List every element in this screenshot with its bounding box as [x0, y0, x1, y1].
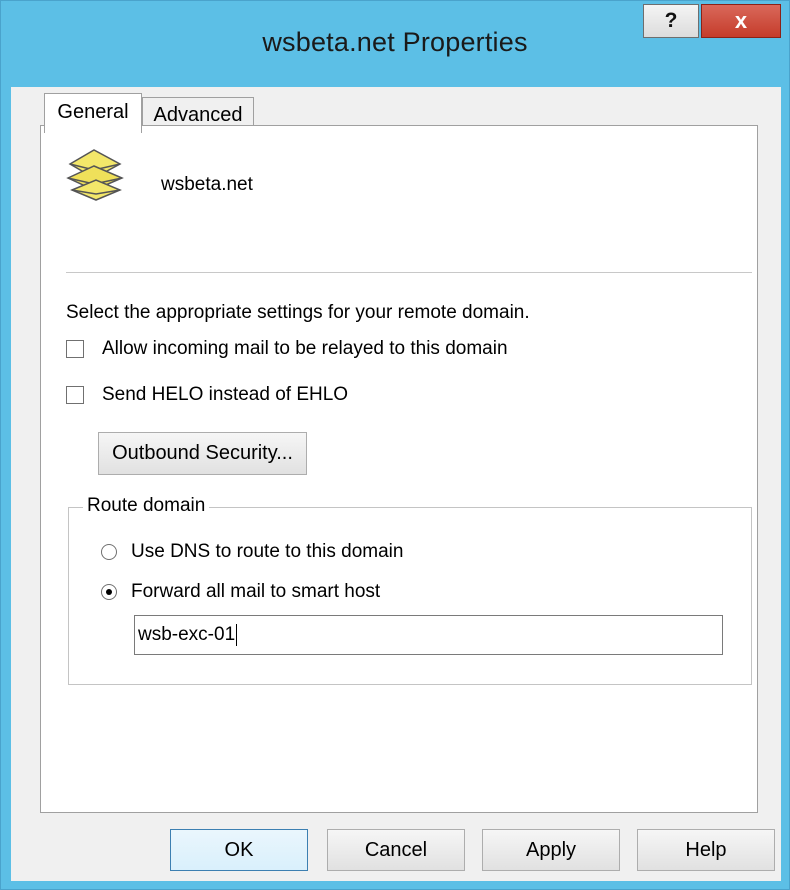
cancel-button[interactable]: Cancel: [327, 829, 465, 871]
smart-host-value: wsb-exc-01: [138, 624, 236, 645]
relay-checkbox[interactable]: [66, 340, 84, 358]
smart-host-radio[interactable]: [101, 584, 117, 600]
outbound-security-button[interactable]: Outbound Security...: [98, 432, 307, 475]
apply-button[interactable]: Apply: [482, 829, 620, 871]
dialog-client-area: General Advanced wsbeta.net Select the a…: [11, 87, 781, 881]
use-dns-radio-label[interactable]: Use DNS to route to this domain: [131, 541, 403, 563]
ok-button[interactable]: OK: [170, 829, 308, 871]
domain-name: wsbeta.net: [161, 174, 253, 195]
tab-general[interactable]: General: [44, 93, 142, 133]
properties-dialog: wsbeta.net Properties ? x General Advanc…: [0, 0, 790, 890]
smart-host-radio-label[interactable]: Forward all mail to smart host: [131, 581, 380, 603]
use-dns-radio[interactable]: [101, 544, 117, 560]
helo-checkbox-label[interactable]: Send HELO instead of EHLO: [102, 384, 348, 406]
radio-selected-dot: [106, 589, 112, 595]
smart-host-input[interactable]: wsb-exc-01: [134, 615, 723, 655]
separator: [66, 272, 752, 273]
relay-checkbox-label[interactable]: Allow incoming mail to be relayed to thi…: [102, 338, 508, 360]
title-bar[interactable]: wsbeta.net Properties ? x: [1, 1, 789, 87]
close-icon[interactable]: x: [701, 4, 781, 38]
helo-checkbox[interactable]: [66, 386, 84, 404]
instructions-text: Select the appropriate settings for your…: [66, 302, 530, 323]
envelopes-icon: [66, 149, 124, 201]
general-tab-page: wsbeta.net Select the appropriate settin…: [40, 125, 758, 813]
text-caret: [236, 623, 238, 646]
help-button[interactable]: Help: [637, 829, 775, 871]
route-domain-group-label: Route domain: [83, 495, 210, 517]
help-icon[interactable]: ?: [643, 4, 699, 38]
